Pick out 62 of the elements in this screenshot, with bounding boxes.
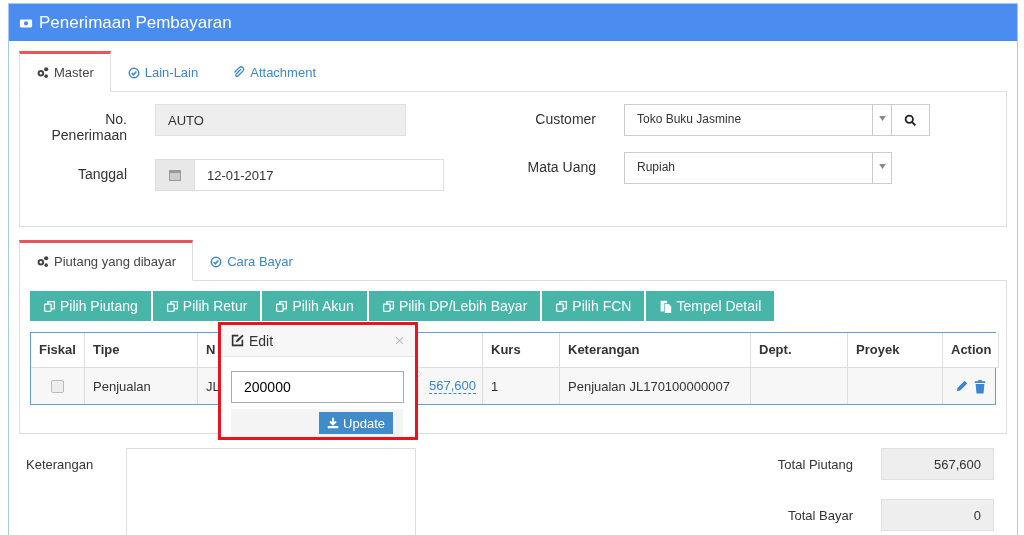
trash-icon [973,378,987,394]
toolbar-button[interactable]: Pilih Piutang [30,291,151,321]
copy-icon [555,299,569,313]
table-cell: 1 [483,367,560,404]
column-header: Keterangan [560,333,751,367]
total-label: Total Bayar [787,507,853,523]
checkbox[interactable] [51,379,64,393]
field-label: No. Penerimaan [50,110,127,143]
table-cell: Penjualan JL170100000007 [560,367,751,404]
column-header: Fiskal [31,333,85,367]
gears-icon [36,66,49,79]
calendar-icon[interactable] [155,159,195,191]
tab[interactable]: Cara Bayar [193,240,310,281]
total-field: 567,600 [881,448,994,480]
check-circle-icon [127,66,140,79]
edit-icon [231,334,244,348]
input-field: AUTO [155,104,406,136]
toolbar-button[interactable]: Pilih Akun [262,291,367,321]
table-cell: Penjualan [85,367,198,404]
total-label: Total Piutang [777,456,853,472]
pencil-icon [955,379,969,393]
tab[interactable]: Attachment [215,51,333,92]
field-label: Tanggal [76,165,127,182]
tab[interactable]: Piutang yang dibayar [19,240,194,281]
currency-dropdown[interactable]: Rupiah [624,152,892,184]
column-header: Dept. [751,333,848,367]
search-icon [904,113,917,127]
customer-dropdown[interactable]: Toko Buku Jasmine [624,104,892,136]
tab[interactable]: Lain-Lain [110,51,216,92]
window-title: Penerimaan Pembayaran [39,12,232,33]
field-label: Customer [534,110,596,127]
copy-icon [43,299,56,313]
date-field[interactable]: 12-01-2017 [195,159,444,191]
gears-icon [36,255,49,268]
toolbar-button[interactable]: Pilih DP/Lebih Bayar [368,291,541,321]
caret-icon [878,164,886,169]
copy-icon [381,299,395,313]
copy-icon [275,299,289,313]
notes-field[interactable] [126,448,416,535]
column-header: Proyek [848,333,943,367]
field-label: Mata Uang [526,158,596,175]
search-button[interactable] [892,104,930,136]
close-icon [394,334,405,346]
input-field[interactable]: 200000 [231,371,404,403]
amount-link[interactable]: 567,600 [429,378,476,394]
toolbar-button[interactable]: Tempel Detail [646,291,775,321]
caret-icon [878,116,886,121]
toolbar-button[interactable]: Pilih FCN [542,291,645,321]
tab[interactable]: Master [19,51,111,92]
popover-title: Edit [249,332,274,349]
paste-icon [659,299,673,313]
column-header: Tipe [85,333,198,367]
field-label: Keterangan [25,456,95,474]
download-icon [327,417,340,429]
toolbar-button[interactable]: Pilih Retur [152,291,261,321]
paperclip-icon [232,66,246,79]
total-field: 0 [881,499,994,531]
copy-icon [165,299,179,313]
check-circle-icon [210,255,223,268]
column-header: Action [943,333,999,367]
update-button[interactable]: Update [319,412,393,434]
column-header: Kurs [483,333,560,367]
